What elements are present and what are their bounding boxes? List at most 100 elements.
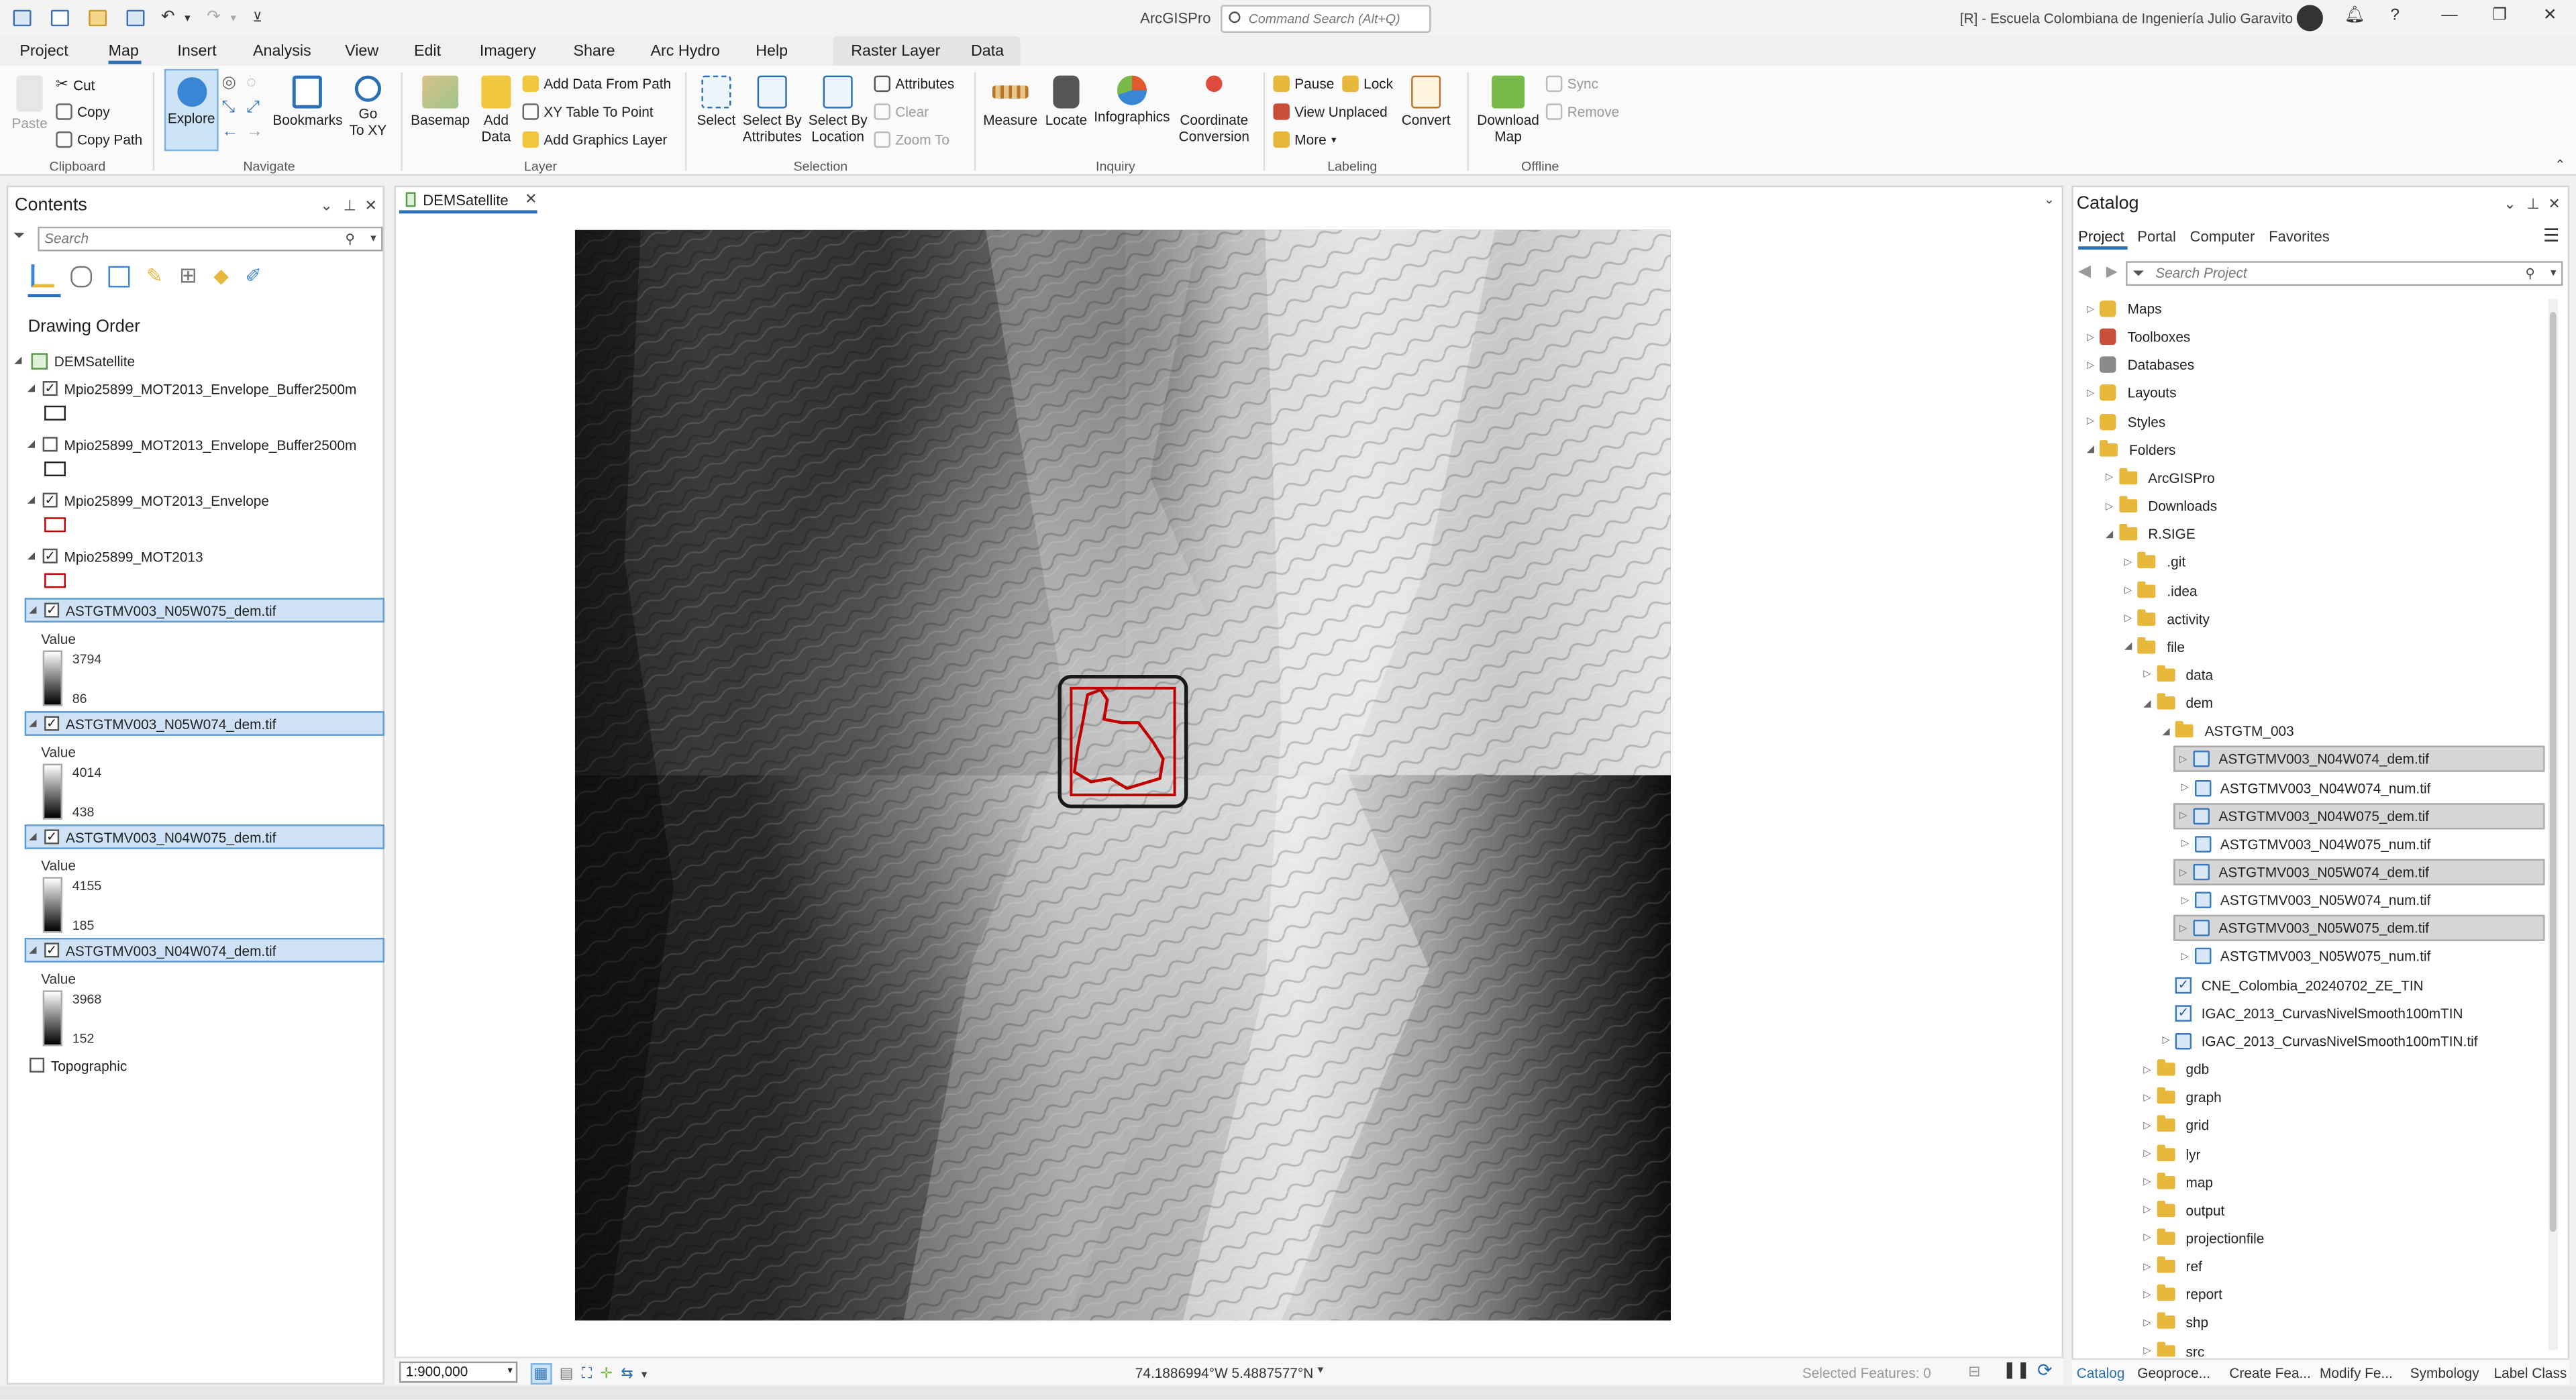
layer-visibility-checkbox[interactable]: ✓	[44, 716, 60, 731]
pause-drawing-icon[interactable]: ❚❚	[2003, 1362, 2030, 1380]
tab-project[interactable]: Project	[19, 43, 68, 61]
explore-button[interactable]: Explore	[164, 68, 219, 152]
close-window-icon[interactable]: ✕	[2543, 7, 2557, 25]
layer-row[interactable]: ◢ Mpio25899_MOT2013_Envelope_Buffer2500m	[25, 432, 384, 457]
new-project-icon[interactable]	[50, 9, 69, 25]
list-by-data-source-icon[interactable]	[70, 265, 93, 287]
map-canvas[interactable]	[574, 229, 1671, 1321]
catalog-item[interactable]: ▷ shp	[2139, 1309, 2208, 1336]
catalog-raster-item[interactable]: ▷ ASTGTMV003_N05W074_num.tif	[2176, 887, 2430, 913]
expand-icon[interactable]: ▷	[2174, 922, 2192, 934]
tab-insert[interactable]: Insert	[177, 43, 216, 61]
help-icon[interactable]: ?	[2390, 7, 2400, 25]
locate-button[interactable]: Locate	[1041, 75, 1090, 128]
tab-help[interactable]: Help	[756, 43, 788, 61]
menu-icon[interactable]: ☰	[2543, 225, 2559, 246]
clear-selection-button[interactable]: Clear	[874, 103, 929, 120]
paste-button[interactable]: Paste	[10, 75, 50, 131]
expand-icon[interactable]: ▷	[2176, 782, 2194, 794]
layer-visibility-checkbox[interactable]	[30, 1057, 45, 1073]
expand-icon[interactable]: ▷	[2139, 1260, 2157, 1273]
catalog-item[interactable]: ▷ Maps	[2081, 296, 2162, 322]
pin-icon[interactable]: ⊥	[344, 197, 356, 215]
expand-icon[interactable]: ▷	[2176, 838, 2194, 850]
expand-icon[interactable]: ▷	[2139, 1063, 2157, 1075]
bottom-tab-symbology[interactable]: Symbology	[2410, 1365, 2479, 1381]
collapse-icon[interactable]: ◢	[25, 494, 38, 506]
catalog-item[interactable]: ▷ graph	[2139, 1084, 2222, 1110]
catalog-item[interactable]: ◢ dem	[2139, 690, 2213, 716]
layer-visibility-checkbox[interactable]: ✓	[44, 943, 60, 958]
close-pane-icon[interactable]: ✕	[365, 197, 377, 215]
collapse-icon[interactable]: ◢	[25, 550, 38, 562]
catalog-item[interactable]: ▷ output	[2139, 1197, 2224, 1223]
expand-icon[interactable]: ▷	[2100, 472, 2118, 484]
command-search-input[interactable]: Command Search (Alt+Q)	[1221, 5, 1431, 33]
catalog-item[interactable]: ◢ Folders	[2081, 437, 2175, 463]
catalog-item[interactable]: ▷ Databases	[2081, 352, 2194, 378]
search-options-icon[interactable]: ▾	[370, 228, 376, 250]
bookmarks-button[interactable]: Bookmarks	[272, 75, 343, 128]
catalog-raster-item[interactable]: ▷ ASTGTMV003_N04W075_num.tif	[2176, 830, 2430, 857]
pin-icon[interactable]: ⊥	[2527, 195, 2540, 213]
collapse-icon[interactable]: ◢	[11, 355, 25, 366]
expand-icon[interactable]: ▷	[2081, 388, 2100, 399]
collapse-icon[interactable]: ◢	[2081, 444, 2100, 455]
add-graphics-layer-button[interactable]: Add Graphics Layer	[522, 131, 667, 148]
catalog-item[interactable]: ▷ lyr	[2139, 1140, 2201, 1167]
filter-icon[interactable]: ⏷	[2132, 263, 2145, 284]
layer-row[interactable]: ◢ ✓ Mpio25899_MOT2013	[25, 543, 384, 568]
avatar[interactable]	[2296, 5, 2323, 32]
layer-row[interactable]: ◢ ✓ Mpio25899_MOT2013_Envelope	[25, 488, 384, 513]
fixed-zoom-icon[interactable]: ◌	[246, 74, 256, 92]
basemap-button[interactable]: Basemap	[409, 75, 472, 128]
forward-icon[interactable]: ▶	[2106, 263, 2118, 281]
basemap-layer-row[interactable]: Topographic	[25, 1053, 384, 1077]
catalog-item[interactable]: ▷ ref	[2139, 1253, 2202, 1279]
scrollbar-thumb[interactable]	[2549, 312, 2557, 1232]
tab-share[interactable]: Share	[573, 43, 615, 61]
minimize-icon[interactable]: —	[2441, 7, 2457, 25]
full-extent-icon[interactable]: ◎	[222, 74, 236, 92]
rotation-icon[interactable]: ✛	[600, 1365, 612, 1383]
select-button[interactable]: Select	[693, 75, 739, 128]
close-pane-icon[interactable]: ✕	[2548, 195, 2560, 213]
catalog-raster-item[interactable]: ▷ ASTGTMV003_N04W074_dem.tif	[2172, 746, 2545, 773]
catalog-item[interactable]: ▷ map	[2139, 1169, 2213, 1195]
municipality-boundary[interactable]	[1073, 688, 1165, 790]
add-data-button[interactable]: Add Data	[473, 75, 519, 144]
undo-dropdown-icon[interactable]: ▾	[185, 11, 191, 24]
layer-visibility-checkbox[interactable]: ✓	[44, 602, 60, 618]
pane-options-icon[interactable]: ⌄	[320, 197, 332, 215]
layer-symbol[interactable]	[44, 573, 66, 588]
raster-layer-row[interactable]: ◢ ✓ ASTGTMV003_N05W074_dem.tif	[24, 711, 384, 736]
raster-layer-row[interactable]: ◢ ✓ ASTGTMV003_N05W075_dem.tif	[24, 598, 384, 623]
filter-icon[interactable]: ⏷	[13, 227, 25, 245]
snapping-icon[interactable]: ⛶	[582, 1365, 592, 1383]
map-node[interactable]: ◢ DEMSatellite	[11, 348, 384, 373]
bottom-tab-label-class[interactable]: Label Class	[2494, 1365, 2567, 1381]
collapse-icon[interactable]: ◢	[26, 604, 40, 616]
raster-layer-row[interactable]: ◢ ✓ ASTGTMV003_N04W075_dem.tif	[24, 824, 384, 849]
expand-icon[interactable]: ▷	[2176, 894, 2194, 906]
expand-icon[interactable]: ▷	[2081, 331, 2100, 343]
bottom-tab-geoprocessing[interactable]: Geoproce...	[2137, 1365, 2210, 1381]
tab-edit[interactable]: Edit	[414, 43, 441, 61]
catalog-item[interactable]: ▷ Layouts	[2081, 380, 2177, 407]
layer-symbol[interactable]	[44, 461, 66, 477]
catalog-item[interactable]: ◢ ASTGTM_003	[2157, 718, 2294, 745]
expand-icon[interactable]: ▷	[2139, 1120, 2157, 1132]
collapse-icon[interactable]: ◢	[2139, 698, 2157, 709]
expand-icon[interactable]: ▷	[2139, 1148, 2157, 1160]
tab-imagery[interactable]: Imagery	[480, 43, 536, 61]
expand-icon[interactable]: ▷	[2139, 1289, 2157, 1301]
restore-icon[interactable]: ❐	[2492, 7, 2507, 25]
catalog-item[interactable]: ◢ file	[2119, 634, 2185, 660]
xy-table-to-point-button[interactable]: XY Table To Point	[522, 103, 654, 120]
bottom-tab-modify-features[interactable]: Modify Fe...	[2320, 1365, 2393, 1381]
expand-icon[interactable]: ▷	[2174, 810, 2192, 822]
catalog-item[interactable]: ▷ data	[2139, 662, 2213, 688]
contents-search-input[interactable]: Search ⚲ ▾	[38, 226, 383, 252]
bottom-tab-catalog[interactable]: Catalog	[2077, 1365, 2125, 1381]
list-by-perspective-icon[interactable]: ✐	[245, 264, 262, 287]
